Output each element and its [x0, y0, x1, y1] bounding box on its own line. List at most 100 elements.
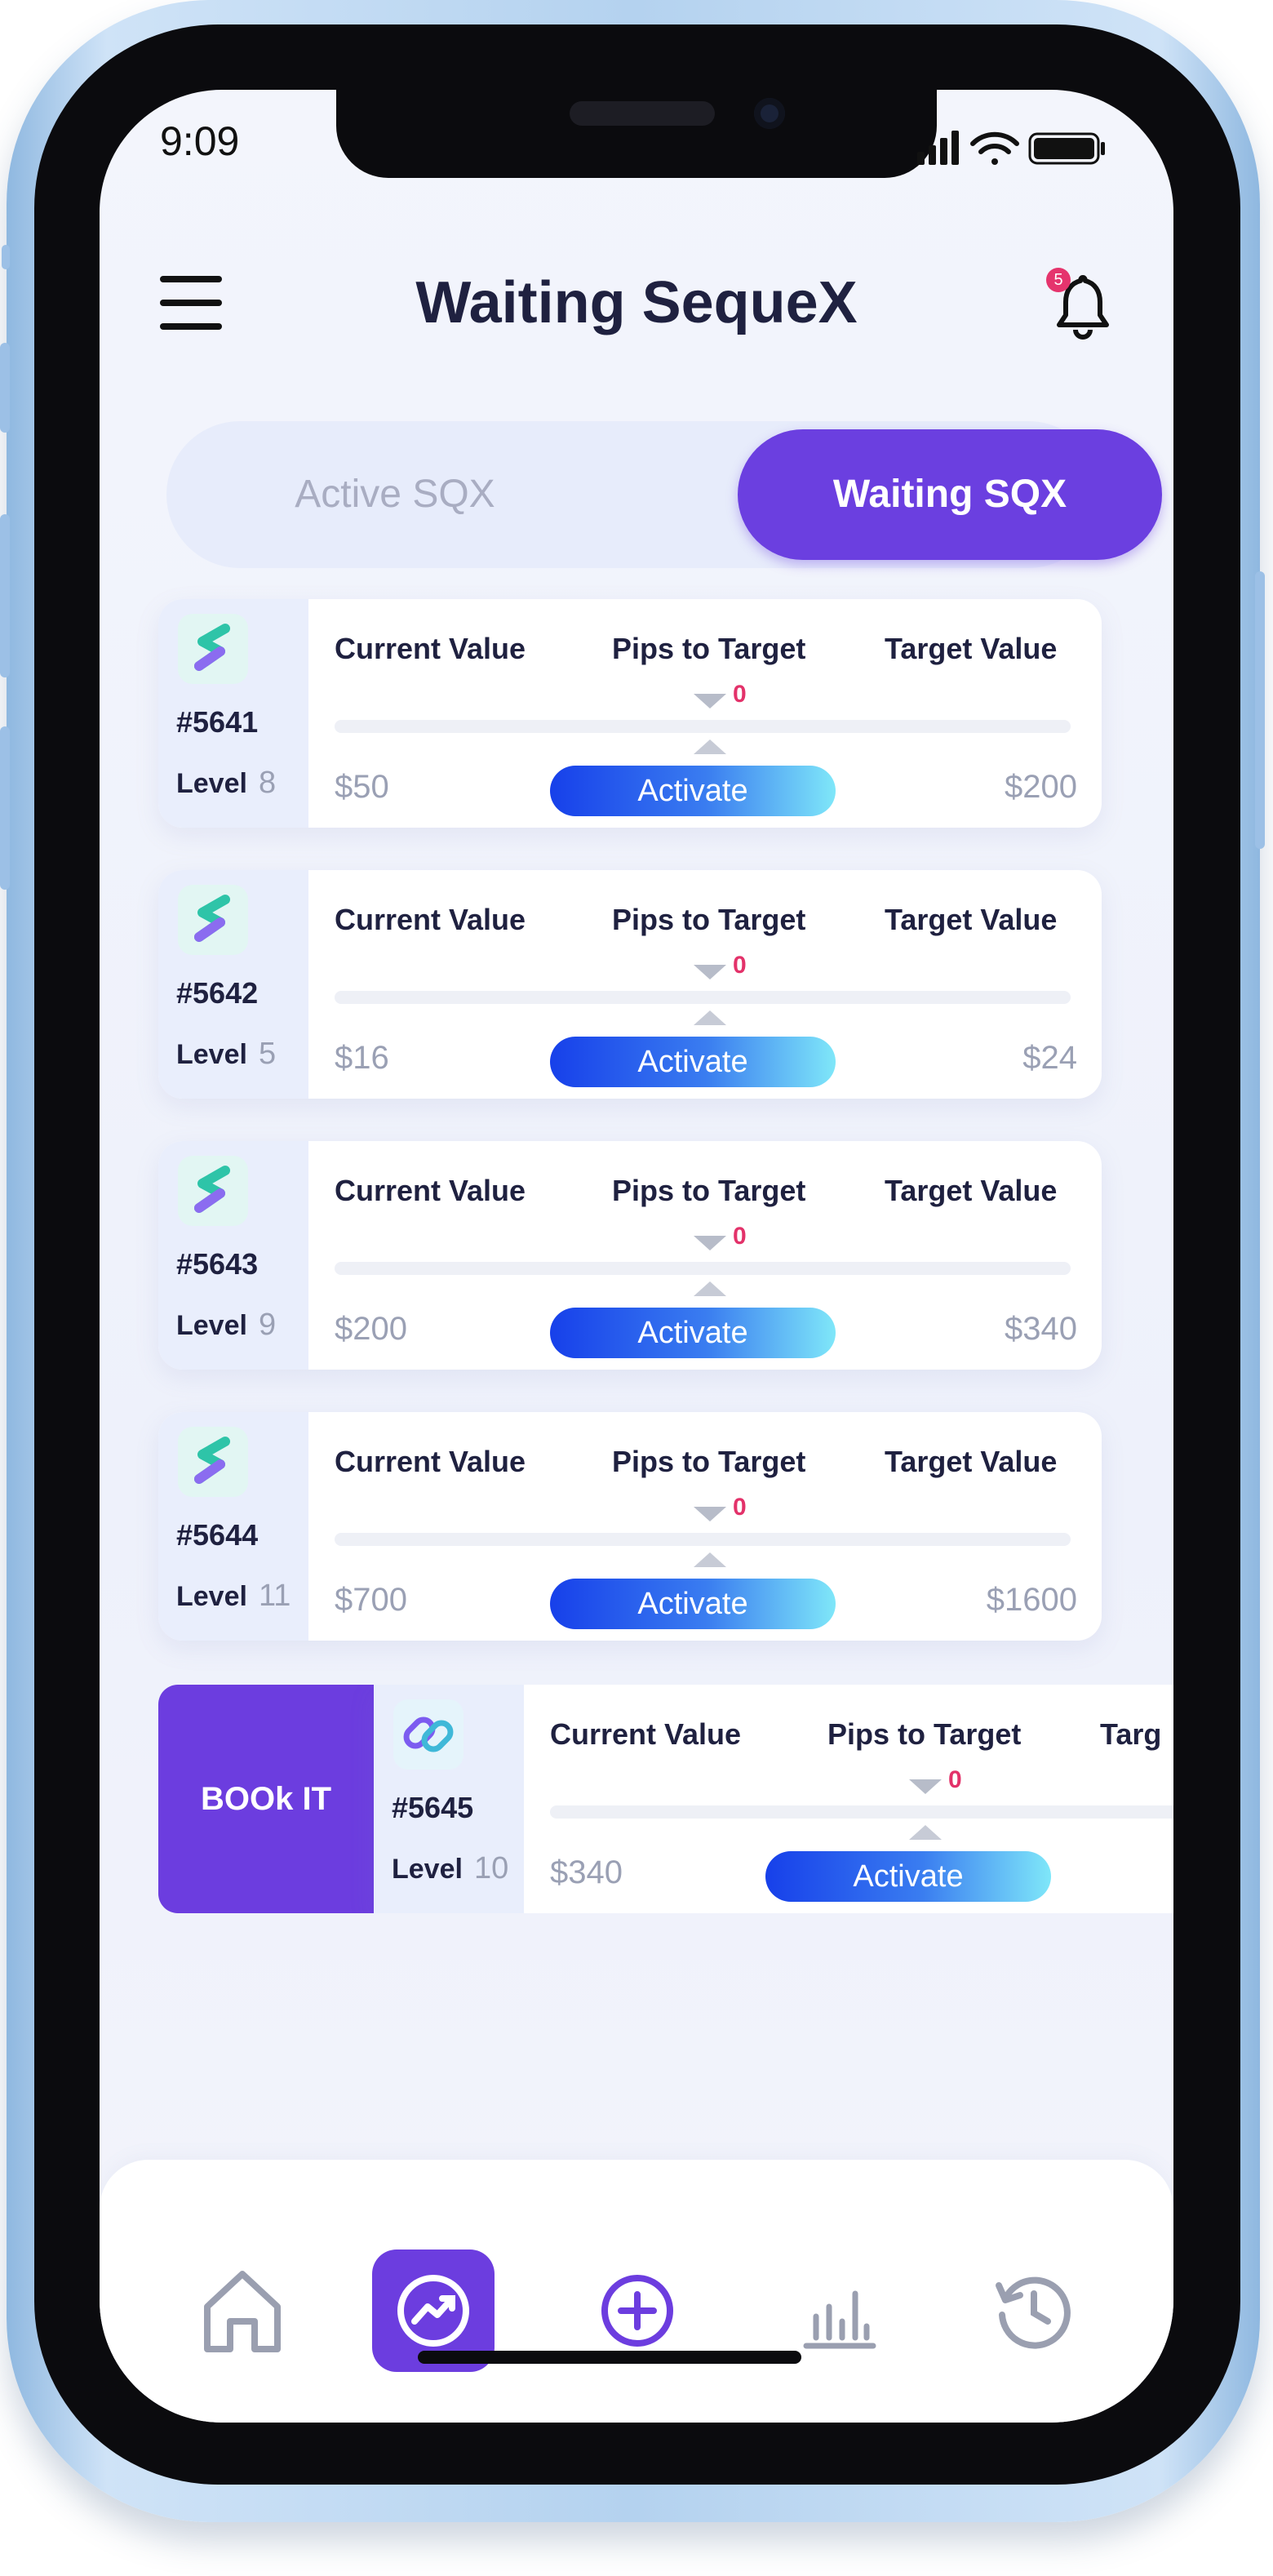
- mute-switch: [0, 343, 10, 433]
- wifi-icon: [970, 131, 1019, 165]
- sqx-tab-switcher: Active SQX Waiting SQX: [166, 421, 1162, 568]
- level-value: 11: [258, 1579, 291, 1613]
- current-value: $700: [335, 1582, 407, 1618]
- bottom-nav: [100, 2160, 1173, 2423]
- target-value-header: Target Value: [885, 632, 1058, 665]
- level-value: 8: [258, 766, 277, 800]
- current-value-header: Current Value: [335, 1174, 526, 1207]
- activate-button[interactable]: Activate: [550, 766, 836, 816]
- sequex-logo-icon: [178, 885, 248, 955]
- target-value-header: Targ: [1100, 1717, 1162, 1751]
- level-label: Level: [176, 1581, 247, 1612]
- pips-down-arrow-icon: [694, 1507, 726, 1521]
- level-label: Level: [176, 1039, 247, 1070]
- status-icons: [917, 131, 1110, 170]
- notification-badge: 5: [1046, 268, 1071, 292]
- target-value: $200: [1005, 769, 1077, 805]
- volume-down-button: [0, 726, 10, 890]
- pips-to-target-header: Pips to Target: [612, 1174, 806, 1207]
- pips-down-arrow-icon: [694, 1236, 726, 1250]
- level-label: Level: [176, 768, 247, 799]
- card-values: Current Value Pips to Target Targ 0 $340…: [524, 1685, 1173, 1913]
- current-value-header: Current Value: [550, 1717, 742, 1751]
- sqx-card[interactable]: #5642 Level 5 Current Value Pips to Targe…: [158, 870, 1102, 1099]
- home-indicator: [418, 2351, 801, 2364]
- card-level: Level 8: [176, 766, 276, 801]
- card-values: Current Value Pips to Target Target Valu…: [308, 1412, 1102, 1641]
- pips-up-arrow-icon: [694, 1010, 726, 1025]
- pips-up-arrow-icon: [694, 1552, 726, 1567]
- pips-value: 0: [948, 1766, 962, 1793]
- activate-button[interactable]: Activate: [765, 1851, 1051, 1902]
- target-value: $24: [1022, 1040, 1077, 1076]
- power-button: [1255, 571, 1265, 849]
- activate-button[interactable]: Activate: [550, 1579, 836, 1629]
- volume-up-button: [0, 514, 10, 677]
- card-level: Level 10: [392, 1851, 508, 1886]
- target-value-header: Target Value: [885, 903, 1058, 936]
- signal-icon: [917, 131, 959, 165]
- card-id-panel: #5642 Level 5: [158, 870, 308, 1099]
- sequex-logo-icon: [178, 1427, 248, 1497]
- card-level: Level 9: [176, 1308, 276, 1343]
- pips-to-target-header: Pips to Target: [612, 903, 806, 936]
- sqx-card[interactable]: #5644 Level 11 Current Value Pips to Targ…: [158, 1412, 1102, 1641]
- book-it-button[interactable]: BOOk IT: [158, 1685, 374, 1913]
- target-value: $340: [1005, 1311, 1077, 1347]
- pips-track: [550, 1805, 1173, 1819]
- pips-track: [335, 1533, 1071, 1546]
- target-value-header: Target Value: [885, 1445, 1058, 1478]
- card-id: #5645: [392, 1791, 474, 1824]
- history-icon: [996, 2276, 1071, 2349]
- pips-to-target-header: Pips to Target: [827, 1717, 1022, 1751]
- card-id: #5642: [176, 976, 259, 1010]
- card-id-panel: #5641 Level 8: [158, 599, 308, 828]
- notch: [336, 90, 937, 178]
- target-value: $1600: [986, 1582, 1077, 1618]
- status-time: 9:09: [160, 118, 240, 164]
- activate-button[interactable]: Activate: [550, 1308, 836, 1358]
- card-id: #5641: [176, 705, 259, 739]
- app-screen: 9:09 Waiting SequeX 5 Active SQX Waiting…: [100, 90, 1173, 2423]
- nav-history[interactable]: [973, 2250, 1095, 2372]
- sqx-card-row-swiped: BOOk IT #5645 Level 10 Current Value Pips…: [158, 1685, 1173, 1913]
- pips-value: 0: [733, 681, 747, 708]
- tab-active-sqx[interactable]: Active SQX: [183, 429, 607, 560]
- sequex-logo-icon: [178, 614, 248, 684]
- activate-button[interactable]: Activate: [550, 1037, 836, 1087]
- current-value: $340: [550, 1854, 623, 1890]
- pips-up-arrow-icon: [694, 1281, 726, 1296]
- sequex-logo-icon: [178, 1156, 248, 1226]
- pips-track: [335, 720, 1071, 733]
- target-value-header: Target Value: [885, 1174, 1058, 1207]
- pips-up-arrow-icon: [909, 1825, 942, 1840]
- tab-waiting-sqx[interactable]: Waiting SQX: [738, 429, 1162, 560]
- link-icon: [393, 1699, 464, 1770]
- battery-icon: [1028, 132, 1105, 165]
- current-value: $200: [335, 1311, 407, 1347]
- pips-value: 0: [733, 1223, 747, 1250]
- sqx-card[interactable]: #5643 Level 9 Current Value Pips to Targe…: [158, 1141, 1102, 1370]
- home-icon: [204, 2271, 281, 2352]
- nav-home[interactable]: [181, 2250, 304, 2372]
- notifications-button[interactable]: 5: [1046, 268, 1120, 344]
- page-title: Waiting SequeX: [415, 270, 858, 335]
- sqx-card[interactable]: #5641 Level 8 Current Value Pips to Targe…: [158, 599, 1102, 828]
- card-values: Current Value Pips to Target Target Valu…: [308, 1141, 1102, 1370]
- level-label: Level: [176, 1310, 247, 1341]
- current-value-header: Current Value: [335, 632, 526, 665]
- sqx-card[interactable]: #5645 Level 10 Current Value Pips to Targ…: [374, 1685, 1173, 1913]
- sqx-card-row: #5641 Level 8 Current Value Pips to Targe…: [158, 599, 1102, 828]
- sqx-card-row: #5642 Level 5 Current Value Pips to Targe…: [158, 870, 1102, 1099]
- card-values: Current Value Pips to Target Target Valu…: [308, 870, 1102, 1099]
- pips-to-target-header: Pips to Target: [612, 1445, 806, 1478]
- card-id-panel: #5643 Level 9: [158, 1141, 308, 1370]
- card-id-panel: #5645 Level 10: [374, 1685, 524, 1913]
- pips-to-target-header: Pips to Target: [612, 632, 806, 665]
- card-level: Level 11: [176, 1579, 291, 1614]
- pips-track: [335, 1262, 1071, 1275]
- current-value-header: Current Value: [335, 1445, 526, 1478]
- current-value: $16: [335, 1040, 389, 1076]
- current-value-header: Current Value: [335, 903, 526, 936]
- card-values: Current Value Pips to Target Target Valu…: [308, 599, 1102, 828]
